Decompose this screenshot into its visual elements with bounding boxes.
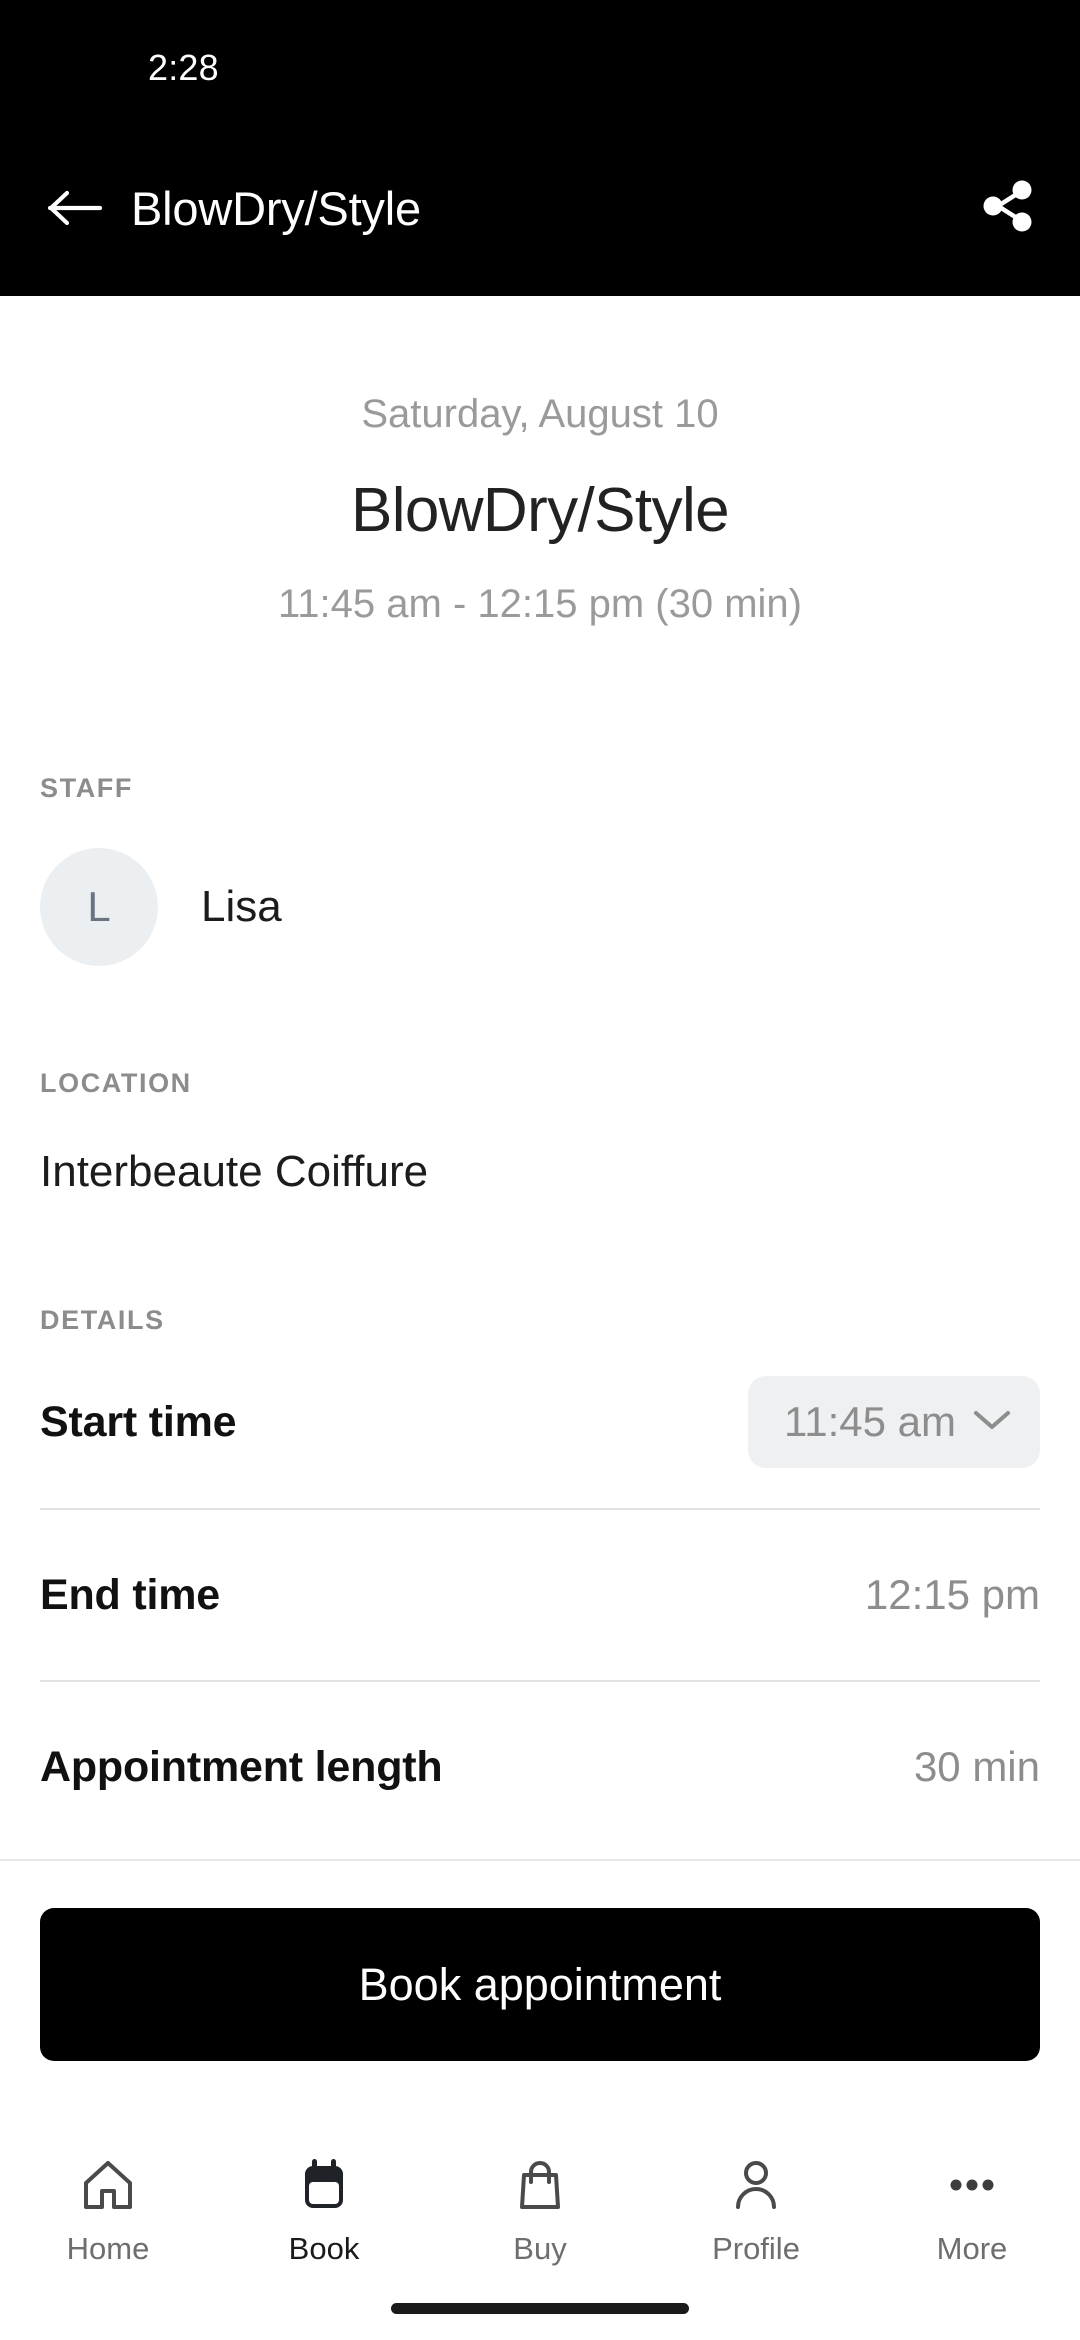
appointment-date: Saturday, August 10 — [361, 392, 719, 436]
staff-name: Lisa — [201, 882, 282, 931]
tab-home[interactable]: Home — [0, 2114, 216, 2267]
end-time-value: 12:15 pm — [864, 1571, 1040, 1618]
detail-label: Start time — [40, 1397, 237, 1446]
arrow-left-icon — [47, 186, 103, 230]
home-indicator — [391, 2303, 689, 2314]
phone-screen: 2:28 BlowDry/Style Saturday, August 10 B… — [0, 0, 1080, 2340]
back-button[interactable] — [40, 173, 110, 243]
tab-book[interactable]: Book — [216, 2114, 432, 2267]
chevron-down-icon — [972, 1407, 1012, 1438]
detail-label: End time — [40, 1570, 220, 1619]
start-time-dropdown[interactable]: 11:45 am — [748, 1376, 1040, 1468]
staff-section-label: STAFF — [40, 773, 133, 803]
cta-container: Book appointment — [0, 1859, 1080, 2114]
appointment-length-value: 30 min — [913, 1743, 1040, 1790]
tab-label: Home — [66, 2231, 150, 2266]
tab-label: More — [936, 2231, 1008, 2266]
detail-row-start-time: Start time 11:45 am — [40, 1336, 1040, 1508]
appointment-summary: Saturday, August 10 BlowDry/Style 11:45 … — [0, 392, 1080, 627]
tab-label: Book — [288, 2231, 360, 2266]
status-bar-clock: 2:28 — [148, 47, 219, 88]
tab-profile[interactable]: Profile — [648, 2114, 864, 2267]
status-bar: 2:28 — [0, 0, 1080, 115]
share-icon — [976, 175, 1038, 242]
avatar-initial: L — [87, 883, 111, 930]
start-time-value: 11:45 am — [784, 1398, 956, 1445]
share-button[interactable] — [970, 171, 1044, 245]
tab-more[interactable]: More — [864, 2114, 1080, 2267]
page-title: BlowDry/Style — [131, 181, 421, 235]
staff-row[interactable]: L Lisa — [0, 848, 1080, 966]
book-appointment-button[interactable]: Book appointment — [40, 1908, 1040, 2061]
detail-row-end-time: End time 12:15 pm — [40, 1508, 1040, 1680]
tab-buy[interactable]: Buy — [432, 2114, 648, 2267]
appointment-service-title: BlowDry/Style — [350, 476, 730, 545]
detail-row-appointment-length: Appointment length 30 min — [40, 1680, 1040, 1852]
shopping-bag-icon — [512, 2152, 568, 2218]
home-icon — [80, 2152, 136, 2218]
tab-label: Buy — [513, 2231, 567, 2266]
location-name: Interbeaute Coiffure — [40, 1147, 429, 1196]
tab-label: Profile — [712, 2231, 800, 2266]
app-bar: BlowDry/Style — [0, 115, 1080, 296]
calendar-icon — [296, 2152, 352, 2218]
person-icon — [728, 2152, 784, 2218]
details-section-label: DETAILS — [40, 1305, 165, 1335]
location-section-label: LOCATION — [40, 1068, 192, 1098]
avatar: L — [40, 848, 158, 966]
appointment-detail-scroll[interactable]: Saturday, August 10 BlowDry/Style 11:45 … — [0, 296, 1080, 1859]
appointment-time-range: 11:45 am - 12:15 pm (30 min) — [278, 582, 802, 626]
ellipsis-icon — [944, 2152, 1000, 2218]
detail-label: Appointment length — [40, 1742, 443, 1791]
